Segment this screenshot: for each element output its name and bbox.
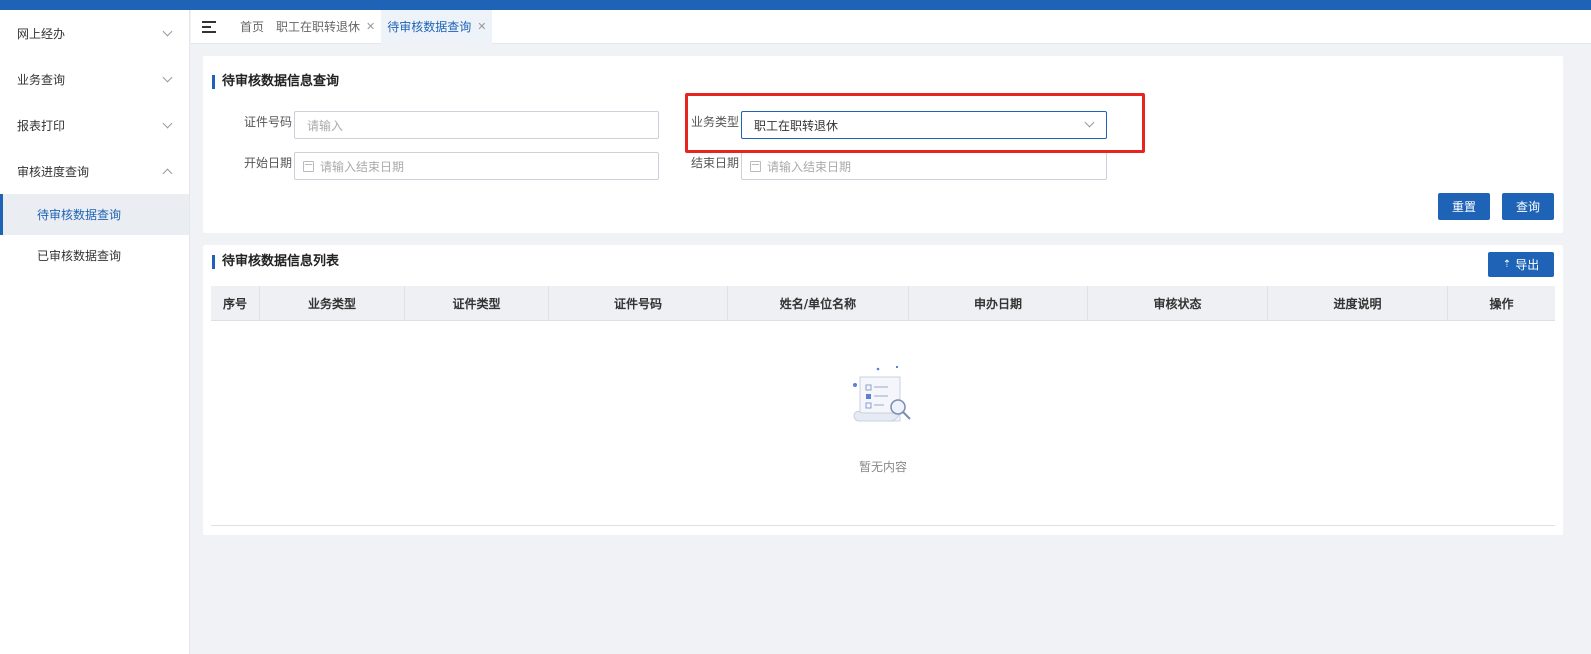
export-label: 导出 [1515,258,1540,272]
column-header: 业务类型 [260,286,405,321]
chevron-down-icon [162,72,173,82]
end-date-placeholder: 请输入结束日期 [767,159,852,174]
calendar-icon [303,160,314,172]
reset-button[interactable]: 重置 [1438,193,1490,220]
cert-no-label: 证件号码 [244,115,293,129]
end-date-picker[interactable]: 请输入结束日期 [741,152,1107,180]
sidebar-group-business-query[interactable]: 业务查询 [0,56,189,102]
tab-home[interactable]: 首页 [234,10,270,44]
sidebar-item-label: 待审核数据查询 [37,208,122,222]
query-panel: 待审核数据信息查询 证件号码 请输入 业务类型 职工在职转退休 开始日期 请输入… [203,56,1563,233]
end-date-label: 结束日期 [691,156,740,170]
tab-label: 首页 [240,20,265,34]
column-header: 审核状态 [1088,286,1268,321]
column-header: 申办日期 [909,286,1088,321]
sidebar-group-review-progress[interactable]: 审核进度查询 [0,148,189,194]
biz-type-value: 职工在职转退休 [754,118,839,133]
sidebar-group-label: 网上经办 [17,26,66,41]
upload-icon: ⇡ [1502,259,1512,270]
query-section-title: 待审核数据信息查询 [212,75,339,89]
column-header: 序号 [211,286,260,321]
tab-label: 待审核数据查询 [387,20,472,34]
sidebar-group-online-handling[interactable]: 网上经办 [0,10,189,56]
tab-retirement-transfer[interactable]: 职工在职转退休 ✕ [270,10,381,44]
start-date-picker[interactable]: 请输入结束日期 [294,152,659,180]
tab-label: 职工在职转退休 [276,20,361,34]
menu-collapse-icon[interactable] [202,20,216,33]
sidebar: 网上经办 业务查询 报表打印 审核进度查询 待审核数据查询 已审核数据查询 [0,10,190,654]
close-icon[interactable]: ✕ [477,20,486,33]
start-date-placeholder: 请输入结束日期 [320,159,405,174]
top-header-bar [0,0,1591,10]
calendar-icon [750,160,761,172]
chevron-down-icon [162,118,173,128]
table-header: 序号 业务类型 证件类型 证件号码 姓名/单位名称 申办日期 审核状态 进度说明… [211,286,1555,321]
tab-pending-review-query[interactable]: 待审核数据查询 ✕ [381,9,493,44]
sidebar-item-label: 已审核数据查询 [37,249,122,263]
list-panel: 待审核数据信息列表 ⇡ 导出 序号 业务类型 证件类型 证件号码 姓名/单位名称… [203,245,1563,535]
column-header: 证件号码 [549,286,728,321]
biz-type-select[interactable]: 职工在职转退休 [741,111,1107,139]
empty-state-illustration [203,363,1563,436]
list-section-title: 待审核数据信息列表 [212,255,339,269]
sidebar-group-label: 业务查询 [17,72,66,87]
tab-bar: 首页 职工在职转退休 ✕ 待审核数据查询 ✕ [191,9,1591,44]
cert-no-input[interactable]: 请输入 [294,111,659,139]
column-header: 证件类型 [405,286,549,321]
empty-state-text: 暂无内容 [858,460,907,474]
sidebar-item-reviewed[interactable]: 已审核数据查询 [0,235,189,276]
cert-no-placeholder: 请输入 [307,118,344,133]
sidebar-item-pending-review[interactable]: 待审核数据查询 [0,194,189,235]
biz-type-label: 业务类型 [691,115,740,129]
sidebar-group-label: 报表打印 [17,118,66,133]
column-header: 进度说明 [1268,286,1448,321]
empty-document-icon [853,366,911,422]
table-bottom-border [211,525,1555,526]
export-button[interactable]: ⇡ 导出 [1488,252,1554,277]
query-button[interactable]: 查询 [1502,193,1554,220]
column-header: 姓名/单位名称 [728,286,909,321]
sidebar-group-report-print[interactable]: 报表打印 [0,102,189,148]
chevron-down-icon [162,26,173,36]
chevron-up-icon [162,168,173,178]
start-date-label: 开始日期 [244,156,293,170]
chevron-down-icon [1084,117,1095,128]
sidebar-group-label: 审核进度查询 [17,164,90,179]
close-icon[interactable]: ✕ [366,20,375,33]
column-header: 操作 [1489,297,1514,311]
